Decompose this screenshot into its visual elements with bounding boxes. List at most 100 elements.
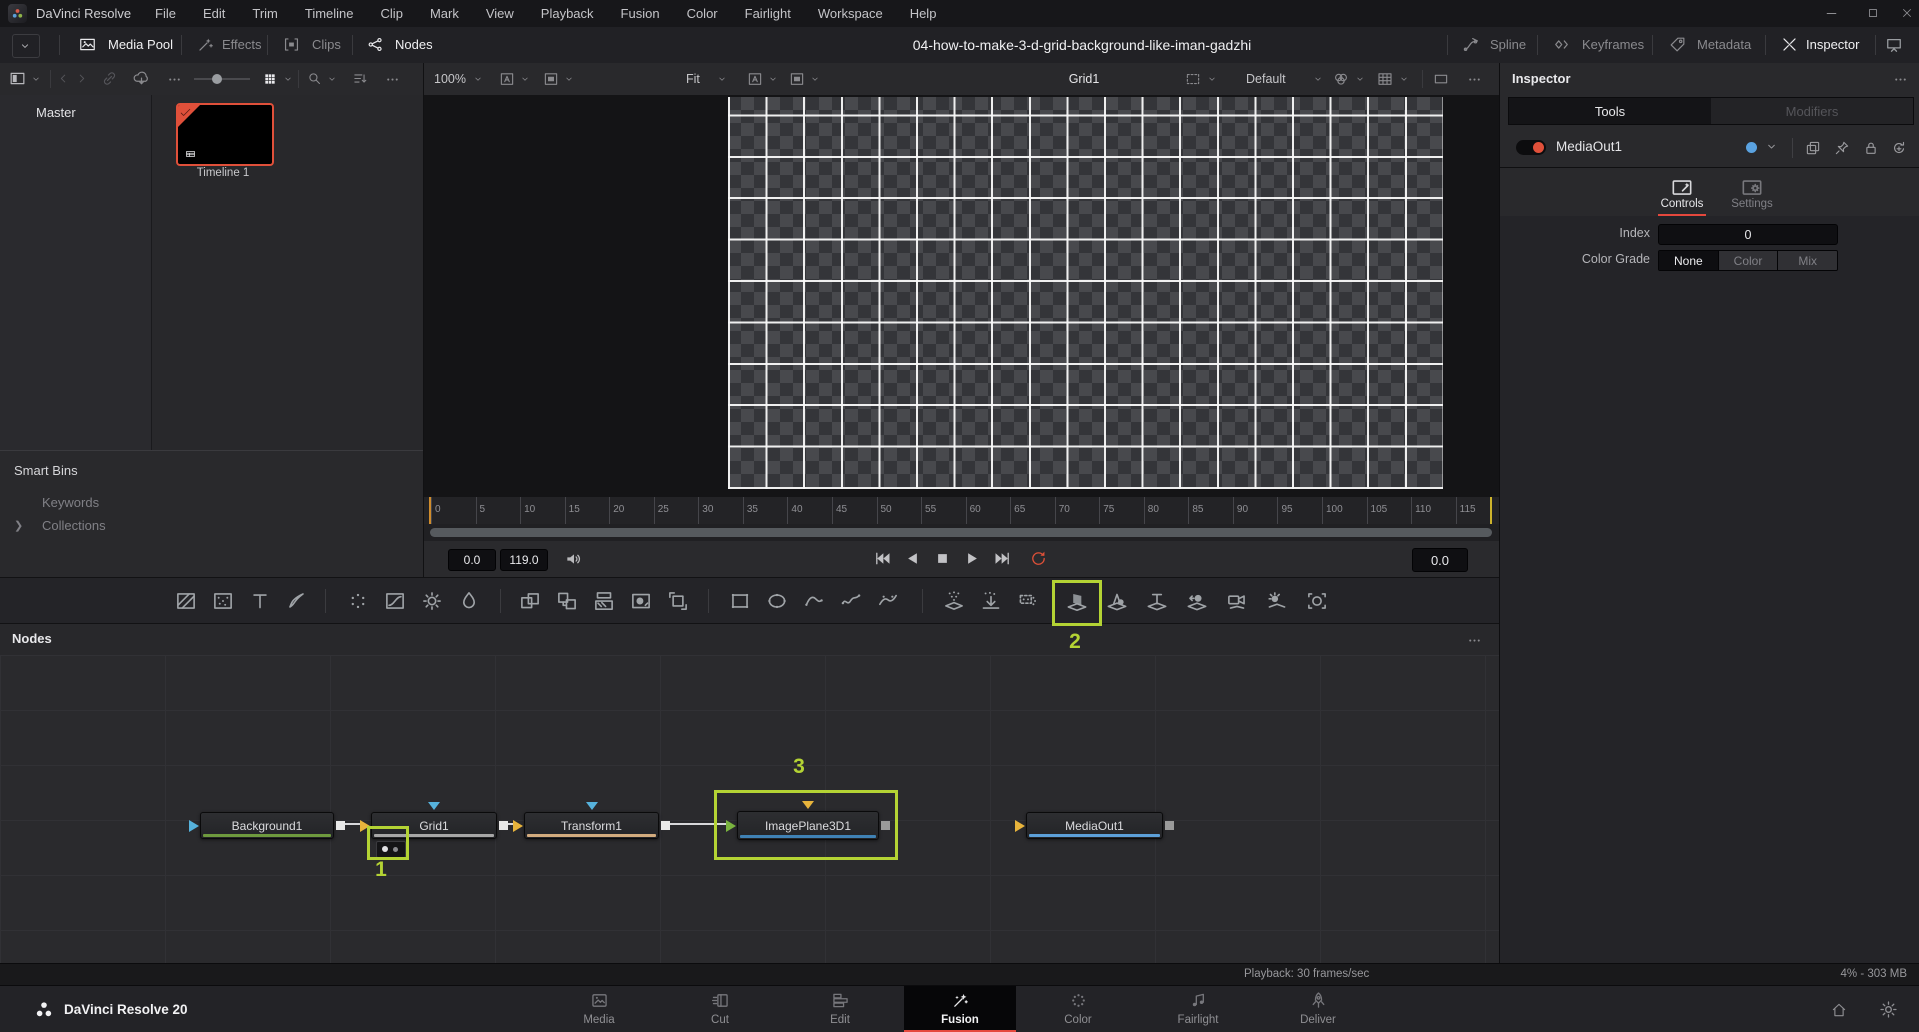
- menu-timeline[interactable]: Timeline: [305, 6, 354, 21]
- menu-help[interactable]: Help: [910, 6, 937, 21]
- chevron-right-icon[interactable]: ❯: [14, 519, 23, 532]
- viewer-options-icon[interactable]: [1466, 71, 1483, 88]
- node-color-dot[interactable]: [1746, 142, 1757, 153]
- left-viewer-layout-icon[interactable]: [542, 70, 560, 88]
- chevron-down-icon[interactable]: [809, 73, 821, 85]
- subtab-controls[interactable]: Controls: [1652, 170, 1712, 216]
- node-input[interactable]: [1015, 819, 1025, 832]
- viewer-canvas[interactable]: [424, 95, 1500, 497]
- pin-icon[interactable]: [1833, 139, 1851, 157]
- merge-3d-tool-icon[interactable]: [1184, 588, 1210, 614]
- particle-spawn-tool-icon[interactable]: [1015, 588, 1041, 614]
- menu-file[interactable]: File: [155, 6, 176, 21]
- ellipsis-icon[interactable]: [384, 71, 401, 88]
- page-tab-cut[interactable]: Cut: [664, 986, 776, 1032]
- lock-icon[interactable]: [1862, 139, 1880, 157]
- transform-tool-icon[interactable]: [665, 588, 691, 614]
- media-pool-button[interactable]: Media Pool: [72, 27, 182, 63]
- delta-keyer-tool-icon[interactable]: [628, 588, 654, 614]
- playhead-marker[interactable]: [429, 497, 431, 524]
- node-mask-input[interactable]: [585, 802, 598, 810]
- color-grade-option-none[interactable]: None: [1659, 251, 1719, 270]
- node-mask-input[interactable]: [428, 802, 440, 810]
- nav-back-icon[interactable]: [56, 71, 71, 86]
- rectangle-mask-tool-icon[interactable]: [727, 588, 753, 614]
- chevron-down-icon[interactable]: [716, 73, 728, 85]
- left-viewer-channel-icon[interactable]: [498, 70, 516, 88]
- menu-fusion[interactable]: Fusion: [621, 6, 660, 21]
- app-menu[interactable]: DaVinci Resolve: [36, 6, 131, 21]
- spot-light-3d-tool-icon[interactable]: [1264, 588, 1290, 614]
- page-tab-fusion[interactable]: Fusion: [904, 986, 1016, 1032]
- grid-view-icon[interactable]: [262, 71, 278, 87]
- chevron-down-icon[interactable]: [326, 73, 338, 85]
- node-mediaout1[interactable]: MediaOut1: [1015, 812, 1174, 839]
- node-output[interactable]: [661, 821, 670, 830]
- smart-bin-keywords[interactable]: Keywords: [42, 495, 99, 510]
- node-enable-toggle[interactable]: [1516, 140, 1546, 155]
- inspector-tab-modifiers[interactable]: Modifiers: [1711, 98, 1913, 124]
- chevron-down-icon[interactable]: [1398, 73, 1410, 85]
- gear-icon[interactable]: [1878, 999, 1899, 1020]
- play-reverse-icon[interactable]: [902, 548, 923, 569]
- blur-tool-icon[interactable]: [456, 588, 482, 614]
- chevron-down-icon[interactable]: [1312, 73, 1324, 85]
- ellipsis-icon[interactable]: [166, 71, 183, 88]
- chevron-down-icon[interactable]: [767, 73, 779, 85]
- particle-emitter-tool-icon[interactable]: [941, 588, 967, 614]
- menu-fairlight[interactable]: Fairlight: [745, 6, 791, 21]
- render-time-field[interactable]: 0.0: [1412, 548, 1468, 572]
- roi-icon[interactable]: [1184, 70, 1202, 88]
- text-plus-tool-icon[interactable]: [247, 588, 273, 614]
- inspector-button[interactable]: Inspector: [1774, 27, 1880, 63]
- stop-icon[interactable]: [932, 548, 953, 569]
- shape-3d-tool-icon[interactable]: [1104, 588, 1130, 614]
- node-background1[interactable]: Background1: [189, 812, 345, 839]
- camera-3d-tool-icon[interactable]: [1224, 588, 1250, 614]
- duration-field[interactable]: 119.0: [500, 549, 548, 571]
- thumbnail-size-slider[interactable]: [194, 74, 250, 84]
- text-3d-tool-icon[interactable]: [1144, 588, 1170, 614]
- left-viewer-zoom-select[interactable]: 100%: [434, 72, 466, 86]
- nav-forward-icon[interactable]: [74, 71, 89, 86]
- timeline-clip-thumbnail[interactable]: [176, 103, 274, 166]
- paint-tool-icon[interactable]: [284, 588, 310, 614]
- polygon-mask-tool-icon[interactable]: [801, 588, 827, 614]
- nodes-options-icon[interactable]: [1466, 632, 1483, 649]
- audio-mute-icon[interactable]: [564, 549, 584, 569]
- chevron-down-icon[interactable]: [1354, 73, 1366, 85]
- color-grade-option-color[interactable]: Color: [1718, 251, 1779, 270]
- menu-workspace[interactable]: Workspace: [818, 6, 883, 21]
- chevron-down-icon[interactable]: [563, 73, 575, 85]
- timeline-scrollbar[interactable]: [430, 528, 1492, 537]
- search-icon[interactable]: [306, 70, 323, 87]
- skip-end-icon[interactable]: [992, 548, 1013, 569]
- page-tab-edit[interactable]: Edit: [784, 986, 896, 1032]
- page-tab-media[interactable]: Media: [543, 986, 655, 1032]
- menu-edit[interactable]: Edit: [203, 6, 225, 21]
- metadata-button[interactable]: Metadata: [1662, 27, 1771, 63]
- subtab-settings[interactable]: Settings: [1722, 170, 1782, 216]
- page-tab-color[interactable]: Color: [1022, 986, 1134, 1032]
- current-time-field[interactable]: 0.0: [448, 549, 496, 571]
- interface-toggle-button[interactable]: [12, 34, 40, 58]
- node-input[interactable]: [189, 819, 199, 832]
- link-icon[interactable]: [100, 69, 119, 88]
- polyline-mask-tool-icon[interactable]: [838, 588, 864, 614]
- bspline-mask-tool-icon[interactable]: [875, 588, 901, 614]
- inspector-tab-tools[interactable]: Tools: [1509, 98, 1711, 124]
- index-input[interactable]: 0: [1658, 224, 1838, 245]
- brightness-contrast-tool-icon[interactable]: [419, 588, 445, 614]
- channel-booleans-tool-icon[interactable]: [554, 588, 580, 614]
- chevron-down-icon[interactable]: [1764, 139, 1779, 154]
- dual-screen-icon[interactable]: [1884, 35, 1904, 55]
- merge-tool-icon[interactable]: [517, 588, 543, 614]
- menu-color[interactable]: Color: [687, 6, 718, 21]
- menu-mark[interactable]: Mark: [430, 6, 459, 21]
- maximize-icon[interactable]: [1866, 6, 1880, 20]
- chevron-down-icon[interactable]: [1206, 73, 1218, 85]
- node-output[interactable]: [336, 821, 345, 830]
- chevron-down-icon[interactable]: [30, 73, 42, 85]
- page-tab-fairlight[interactable]: Fairlight: [1142, 986, 1254, 1032]
- bin-master[interactable]: Master: [36, 105, 76, 120]
